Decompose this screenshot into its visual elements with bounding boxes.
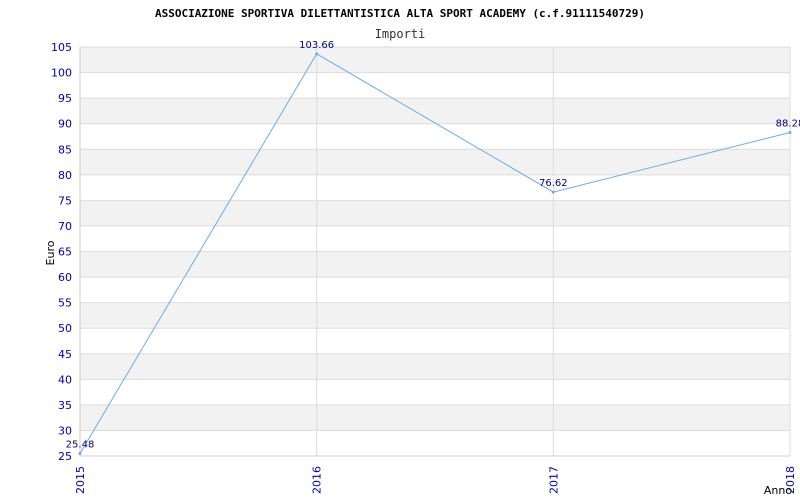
- x-tick-label: 2017: [547, 466, 560, 494]
- grid-band: [80, 98, 790, 124]
- data-label: 76.62: [539, 178, 568, 189]
- grid-band: [80, 225, 790, 252]
- grid-band: [80, 123, 790, 150]
- data-label: 103.66: [299, 40, 334, 51]
- line-chart: 25 30 35 40 45 50 55 60 65 70 75 80 85 90 95 100 105 201…: [44, 7, 800, 497]
- y-tick-label: 30: [58, 424, 72, 437]
- grid-band: [80, 47, 790, 73]
- y-tick-label: 60: [58, 271, 72, 284]
- x-tick-labels: 2015 2016 2017 2018: [74, 466, 797, 494]
- grid-band: [80, 149, 790, 175]
- y-tick-label: 50: [58, 322, 72, 335]
- y-tick-label: 35: [58, 399, 72, 412]
- x-axis-label: Anno: [764, 484, 792, 497]
- data-point: [551, 190, 555, 194]
- grid-band: [80, 404, 790, 431]
- y-tick-label: 100: [51, 67, 72, 80]
- y-tick-label: 105: [51, 41, 72, 54]
- grid-band: [80, 328, 790, 354]
- y-tick-label: 75: [58, 194, 72, 207]
- y-tick-label: 90: [58, 118, 72, 131]
- y-tick-label: 25: [58, 450, 72, 463]
- y-tick-label: 85: [58, 143, 72, 156]
- y-tick-label: 45: [58, 348, 72, 361]
- y-tick-label: 80: [58, 169, 72, 182]
- chart-subtitle: Importi: [375, 27, 426, 41]
- x-tick-label: 2016: [311, 466, 324, 494]
- grid-band: [80, 277, 790, 303]
- y-tick-label: 40: [58, 373, 72, 386]
- grid-band: [80, 72, 790, 99]
- grid-band: [80, 302, 790, 329]
- y-tick-label: 95: [58, 92, 72, 105]
- x-tick-label: 2015: [74, 466, 87, 494]
- y-tick-label: 55: [58, 297, 72, 310]
- data-point: [315, 52, 319, 56]
- data-label: 88.28: [776, 118, 800, 129]
- data-point: [78, 452, 82, 456]
- grid-band: [80, 200, 790, 226]
- grid-band: [80, 379, 790, 405]
- grid-band: [80, 353, 790, 380]
- data-label: 25.48: [66, 440, 95, 451]
- grid-band: [80, 174, 790, 201]
- y-tick-label: 65: [58, 246, 72, 259]
- chart-title: ASSOCIAZIONE SPORTIVA DILETTANTISTICA AL…: [155, 7, 645, 20]
- y-tick-label: 70: [58, 220, 72, 233]
- y-axis-label: Euro: [44, 240, 57, 265]
- grid-band: [80, 430, 790, 456]
- data-point: [788, 130, 792, 134]
